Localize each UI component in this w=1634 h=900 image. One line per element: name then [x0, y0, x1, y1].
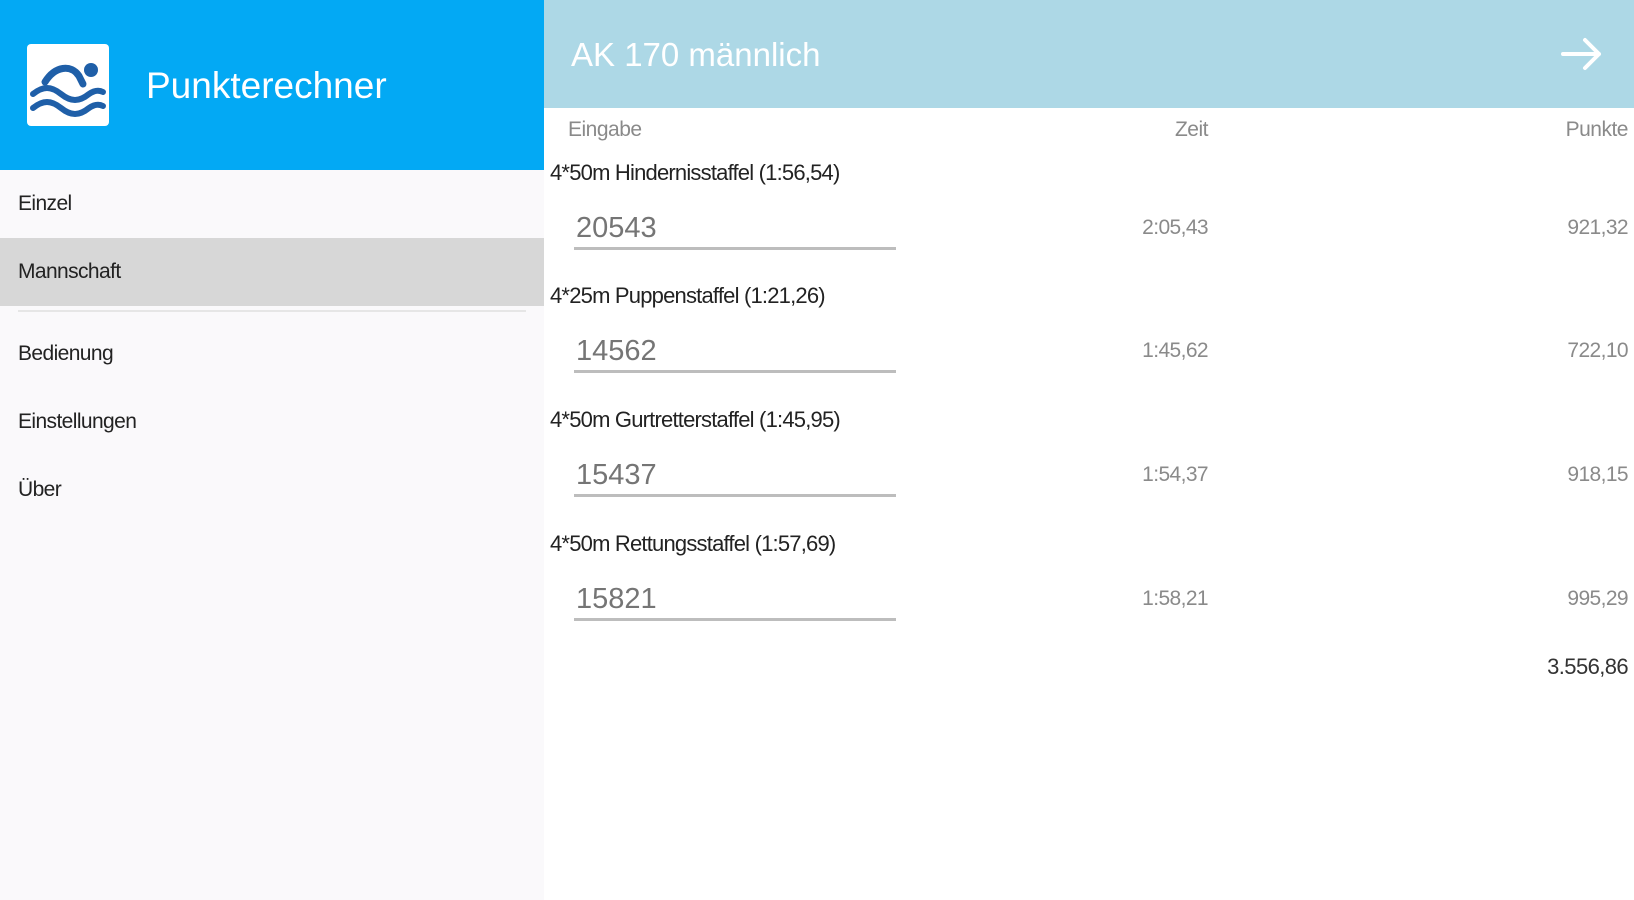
navigation-drawer: Punkterechner Einzel Mannschaft Bedienun…: [0, 0, 544, 900]
nav-item-label: Über: [18, 478, 62, 501]
next-button[interactable]: [1554, 28, 1610, 80]
time-entry-field[interactable]: [574, 333, 896, 373]
nav-item-label: Einstellungen: [18, 410, 137, 433]
time-value: 1:45,62: [1142, 339, 1208, 362]
time-entry-field[interactable]: [574, 457, 896, 497]
nav-item-ueber[interactable]: Über: [0, 456, 544, 524]
top-app-bar: AK 170 männlich: [544, 0, 1634, 108]
time-value: 1:54,37: [1142, 463, 1208, 486]
event-title: 4*50m Gurtretterstaffel (1:45,95): [550, 407, 841, 432]
time-entry-field[interactable]: [574, 210, 896, 250]
points-value: 722,10: [1567, 339, 1628, 362]
arrow-right-icon: [1561, 38, 1601, 70]
main-content: AK 170 männlich Eingabe Zeit Punkte 4*50…: [544, 0, 1634, 900]
nav-item-bedienung[interactable]: Bedienung: [0, 320, 544, 388]
points-value: 995,29: [1567, 587, 1628, 610]
nav-item-label: Einzel: [18, 192, 72, 215]
nav-item-einstellungen[interactable]: Einstellungen: [0, 388, 544, 456]
nav-item-label: Bedienung: [18, 342, 114, 365]
page-title: AK 170 männlich: [571, 36, 821, 73]
column-header-time: Zeit: [1174, 118, 1209, 141]
drawer-header: Punkterechner: [0, 0, 544, 170]
nav-item-einzel[interactable]: Einzel: [0, 170, 544, 238]
swimmer-icon: [27, 44, 109, 126]
nav-item-label: Mannschaft: [18, 260, 121, 283]
column-header-input: Eingabe: [568, 118, 642, 141]
column-header-points: Punkte: [1565, 118, 1629, 141]
event-title: 4*25m Puppenstaffel (1:21,26): [550, 283, 826, 308]
event-title: 4*50m Hindernisstaffel (1:56,54): [550, 160, 840, 185]
nav-item-mannschaft[interactable]: Mannschaft: [0, 238, 544, 306]
points-value: 918,15: [1567, 463, 1628, 486]
points-value: 921,32: [1567, 216, 1628, 239]
app-title: Punkterechner: [146, 65, 387, 106]
event-title: 4*50m Rettungsstaffel (1:57,69): [550, 531, 836, 556]
time-value: 1:58,21: [1142, 587, 1208, 610]
time-entry-field[interactable]: [574, 581, 896, 621]
time-value: 2:05,43: [1142, 216, 1208, 239]
total-points: 3.556,86: [1547, 654, 1628, 679]
nav-divider: [18, 310, 526, 312]
